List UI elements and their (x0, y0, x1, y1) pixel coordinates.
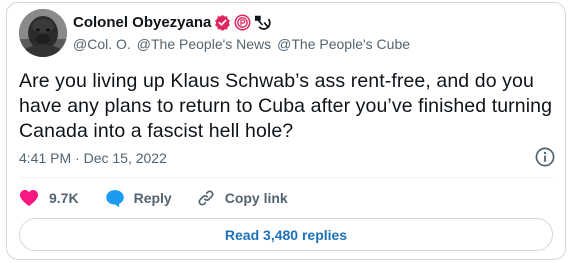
info-icon[interactable] (534, 146, 556, 168)
link-icon (198, 190, 214, 206)
avatar-gorilla-image (19, 9, 67, 57)
tweet-text: Are you living up Klaus Schwab’s ass ren… (19, 70, 553, 142)
speech-bubble-icon (105, 189, 124, 207)
like-count: 9.7K (49, 190, 79, 206)
handle-2[interactable]: @The People's News (137, 36, 271, 52)
affiliate-badge-icon (234, 14, 251, 30)
author-name-row: Colonel Obyezyana (73, 12, 272, 32)
reply-label: Reply (133, 190, 172, 206)
handle-1[interactable]: @Col. O. (73, 36, 131, 52)
handle-3[interactable]: @The People's Cube (277, 36, 410, 52)
hammer-sickle-icon (255, 15, 272, 30)
display-name[interactable]: Colonel Obyezyana (73, 14, 211, 31)
heart-icon (20, 189, 38, 207)
verified-badge-icon (215, 14, 231, 31)
divider (19, 177, 553, 178)
like-button[interactable]: 9.7K (19, 189, 79, 207)
handle-row: @Col. O. @The People's News @The People'… (73, 36, 410, 52)
action-bar: 9.7K Reply Copy link (19, 186, 288, 210)
tweet-card: Colonel Obyezyana @Col. O. @The People's… (6, 2, 566, 260)
reply-button[interactable]: Reply (105, 189, 172, 208)
read-replies-button[interactable]: Read 3,480 replies (19, 218, 553, 251)
copy-link-label: Copy link (224, 190, 288, 206)
copy-link-button[interactable]: Copy link (196, 188, 288, 208)
avatar[interactable] (19, 9, 67, 57)
tweet-timestamp[interactable]: 4:41 PM · Dec 15, 2022 (19, 150, 167, 166)
